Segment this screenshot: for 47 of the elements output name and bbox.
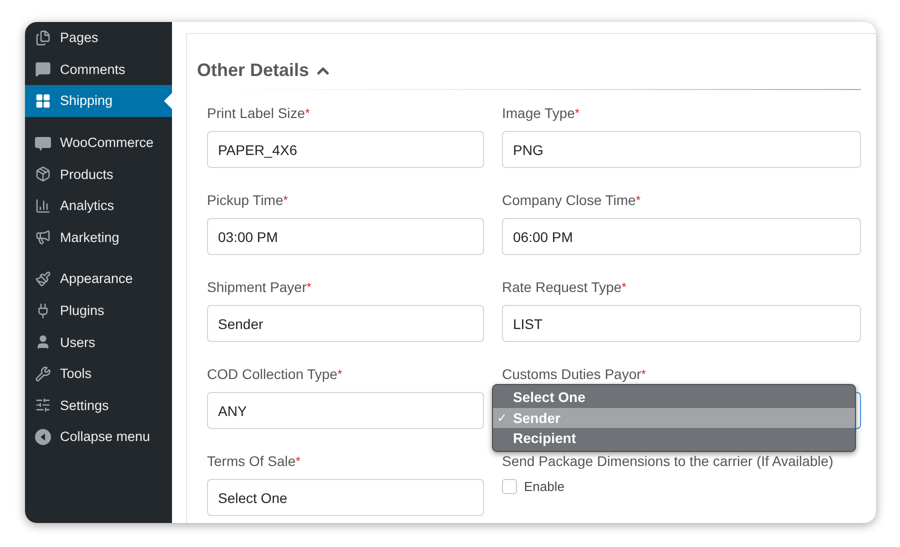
box-icon [35, 166, 51, 182]
field-label: Rate Request Type* [502, 278, 628, 296]
sliders-icon [35, 397, 51, 414]
field-label: Pickup Time* [207, 191, 289, 209]
dropdown-option[interactable]: Select One [493, 387, 855, 408]
input-field[interactable]: ANY [207, 392, 484, 429]
sidebar-item[interactable]: Marketing [25, 222, 172, 254]
megaphone-icon [35, 229, 51, 246]
checkbox[interactable] [502, 479, 517, 494]
sidebar-item[interactable]: Products [25, 158, 172, 190]
sidebar-item[interactable]: Analytics [25, 190, 172, 222]
field-label: Company Close Time* [502, 191, 642, 209]
sidebar-item[interactable]: Comments [25, 54, 172, 86]
sidebar-item[interactable]: Pages [25, 22, 172, 54]
speech-bubble-icon [35, 61, 51, 78]
input-field[interactable]: 03:00 PM [207, 218, 484, 255]
field-label: Print Label Size* [207, 104, 311, 122]
sidebar-item[interactable]: Settings [25, 390, 172, 422]
field-label: Send Package Dimensions to the carrier (If Available) [502, 452, 834, 470]
field-label: COD Collection Type* [207, 365, 344, 383]
field-label: Image Type* [502, 104, 581, 122]
field-label: Customs Duties Payor* [502, 365, 647, 383]
sidebar-item[interactable]: Shipping [25, 85, 172, 117]
input-field[interactable]: Select One [207, 479, 484, 516]
section-heading[interactable]: Other Details [197, 60, 861, 81]
user-icon [35, 334, 51, 350]
sidebar-item[interactable]: Users [25, 326, 172, 358]
input-field[interactable]: 06:00 PM [502, 218, 861, 255]
grid-icon [35, 92, 51, 109]
pages-icon [35, 30, 51, 46]
field-label: Shipment Payer* [207, 278, 312, 296]
input-field[interactable]: PNG [502, 131, 861, 168]
sidebar-item[interactable]: Appearance [25, 263, 172, 295]
bar-chart-icon [35, 198, 51, 214]
input-field[interactable]: LIST [502, 305, 861, 342]
field-label: Terms Of Sale* [207, 452, 302, 470]
input-field[interactable]: Sender [207, 305, 484, 342]
sidebar-item[interactable]: Tools [25, 358, 172, 390]
store-badge-icon [35, 134, 51, 151]
sidebar-item[interactable]: Collapse menu [25, 421, 172, 453]
input-field[interactable]: PAPER_4X6 [207, 131, 484, 168]
checkbox-label: Enable [524, 479, 564, 494]
paintbrush-icon [35, 270, 51, 287]
sidebar-item[interactable]: WooCommerce [25, 126, 172, 158]
sidebar-item[interactable]: Plugins [25, 294, 172, 326]
dropdown-option[interactable]: Recipient [493, 428, 855, 448]
wrench-icon [35, 366, 51, 382]
